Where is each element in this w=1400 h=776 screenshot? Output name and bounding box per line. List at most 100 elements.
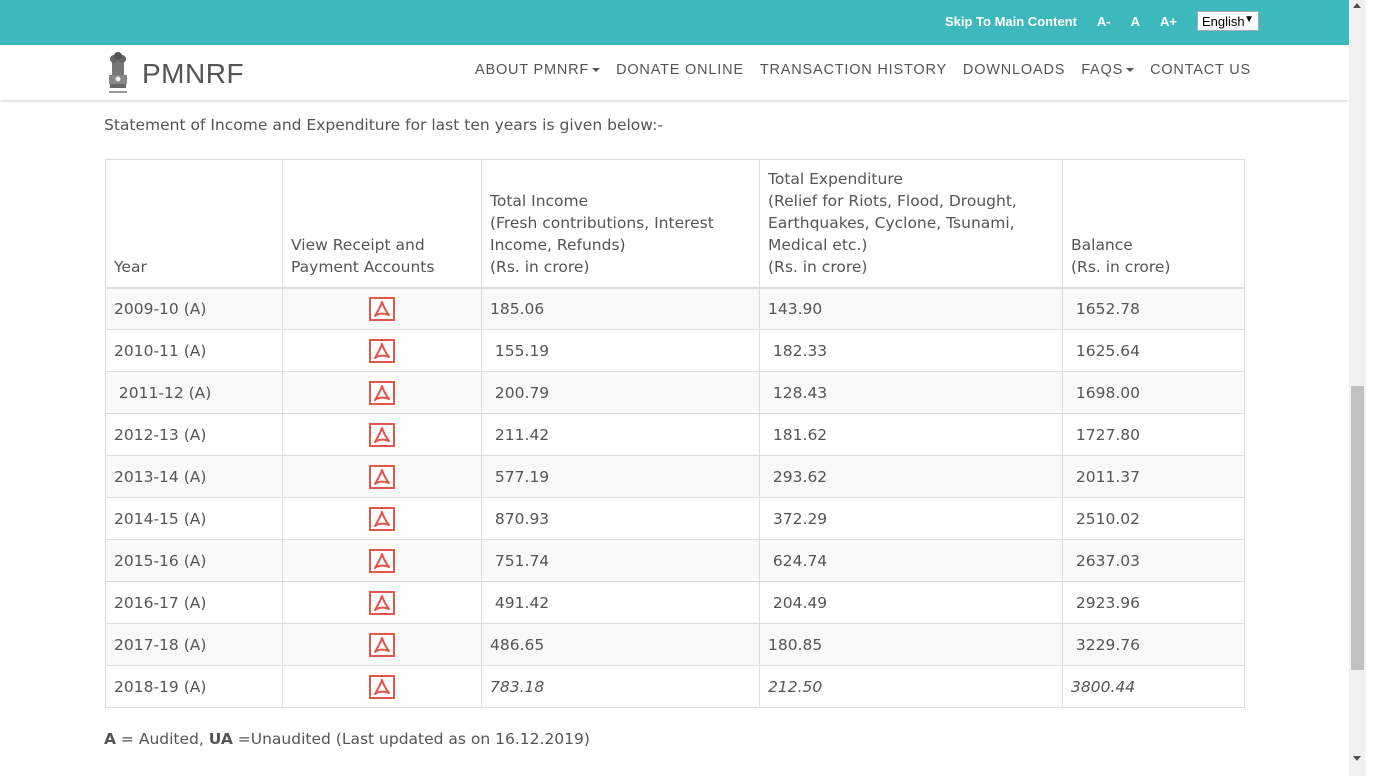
header-view-accounts: View Receipt and Payment Accounts bbox=[282, 159, 482, 289]
table-body: 2009-10 (A) 185.06 143.90 1652.78 2010-11 (… bbox=[105, 287, 1245, 708]
cell-expenditure: 372.29 bbox=[759, 497, 1063, 540]
pdf-icon[interactable] bbox=[369, 296, 395, 321]
pdf-icon[interactable] bbox=[369, 422, 395, 447]
cell-year: 2018-19 (A) bbox=[105, 665, 283, 708]
cell-view-accounts bbox=[282, 497, 482, 540]
table-row: 2013-14 (A) 577.19 293.62 2011.37 bbox=[105, 455, 1245, 498]
cell-view-accounts bbox=[282, 413, 482, 456]
national-emblem-icon bbox=[109, 52, 127, 93]
brand-logo-link[interactable]: PMNRF bbox=[104, 50, 244, 97]
cell-view-accounts bbox=[282, 287, 482, 330]
nav-item-label: DONATE ONLINE bbox=[616, 62, 744, 78]
cell-expenditure: 204.49 bbox=[759, 581, 1063, 624]
header-line: Total Expenditure bbox=[768, 169, 903, 188]
nav-item-donate-online[interactable]: DONATE ONLINE bbox=[616, 62, 744, 78]
caret-down-icon bbox=[1126, 68, 1135, 72]
table-header-row: Year View Receipt and Payment Accounts To… bbox=[105, 159, 1245, 289]
main-navbar: PMNRF ABOUT PMNRF DONATE ONLINE TRANSACT… bbox=[0, 45, 1349, 100]
font-normal-button[interactable]: A bbox=[1131, 14, 1140, 29]
header-line: (Rs. in crore) bbox=[490, 257, 590, 276]
cell-balance: 1727.80 bbox=[1062, 413, 1245, 456]
cell-expenditure: 624.74 bbox=[759, 539, 1063, 582]
pdf-icon[interactable] bbox=[369, 548, 395, 573]
header-line: Balance bbox=[1071, 235, 1133, 254]
table-row: 2014-15 (A) 870.93 372.29 2510.02 bbox=[105, 497, 1245, 540]
pdf-icon[interactable] bbox=[369, 464, 395, 489]
cell-income: 185.06 bbox=[481, 287, 760, 330]
cell-income: 783.18 bbox=[481, 665, 760, 708]
cell-income: 486.65 bbox=[481, 623, 760, 666]
brand-name: PMNRF bbox=[142, 57, 245, 89]
nav-item-label: DOWNLOADS bbox=[962, 62, 1066, 78]
cell-expenditure: 181.62 bbox=[759, 413, 1063, 456]
pdf-icon[interactable] bbox=[369, 338, 395, 363]
cell-expenditure: 212.50 bbox=[759, 665, 1063, 708]
intro-text: Statement of Income and Expenditure for … bbox=[104, 116, 663, 134]
language-select-value: English bbox=[1202, 13, 1245, 29]
cell-income: 155.19 bbox=[481, 329, 760, 372]
nav-item-contact-us[interactable]: CONTACT US bbox=[1150, 62, 1251, 78]
cell-view-accounts bbox=[282, 455, 482, 498]
skip-to-main-content-link[interactable]: Skip To Main Content bbox=[945, 14, 1077, 29]
top-utility-bar: Skip To Main Content A- A A+ English ▼ bbox=[0, 0, 1349, 45]
cell-year: 2011-12 (A) bbox=[105, 371, 283, 414]
font-increase-button[interactable]: A+ bbox=[1160, 14, 1177, 29]
pdf-icon[interactable] bbox=[369, 674, 395, 699]
vertical-scrollbar[interactable] bbox=[1349, 0, 1366, 776]
pdf-icon[interactable] bbox=[369, 632, 395, 657]
cell-income: 491.42 bbox=[481, 581, 760, 624]
footnote-a-text: = Audited, bbox=[116, 730, 209, 748]
cell-balance: 1625.64 bbox=[1062, 329, 1245, 372]
font-decrease-button[interactable]: A- bbox=[1097, 14, 1111, 29]
cell-year: 2012-13 (A) bbox=[105, 413, 283, 456]
footnote-ua-text: =Unaudited (Last updated as on 16.12.201… bbox=[232, 730, 590, 748]
cell-view-accounts bbox=[282, 623, 482, 666]
table-row: 2009-10 (A) 185.06 143.90 1652.78 bbox=[105, 287, 1245, 330]
cell-year: 2010-11 (A) bbox=[105, 329, 283, 372]
cell-year: 2015-16 (A) bbox=[105, 539, 283, 582]
income-expenditure-table: Year View Receipt and Payment Accounts To… bbox=[105, 159, 1245, 708]
header-line: Medical etc.) bbox=[768, 235, 868, 254]
cell-balance: 2011.37 bbox=[1062, 455, 1245, 498]
pdf-icon[interactable] bbox=[369, 590, 395, 615]
header-year: Year bbox=[105, 159, 283, 289]
scroll-up-arrow-icon[interactable] bbox=[1353, 3, 1361, 8]
cell-year: 2014-15 (A) bbox=[105, 497, 283, 540]
table-row: 2010-11 (A) 155.19 182.33 1625.64 bbox=[105, 329, 1245, 372]
nav-menu: ABOUT PMNRF DONATE ONLINE TRANSACTION HI… bbox=[475, 62, 1251, 78]
header-line: (Relief for Riots, Flood, Drought, bbox=[768, 191, 1017, 210]
caret-down-icon bbox=[592, 68, 601, 72]
scrollbar-thumb[interactable] bbox=[1351, 386, 1364, 670]
header-line: (Rs. in crore) bbox=[768, 257, 868, 276]
nav-item-transaction-history[interactable]: TRANSACTION HISTORY bbox=[760, 62, 947, 78]
header-line: Earthquakes, Cyclone, Tsunami, bbox=[768, 213, 1015, 232]
scroll-down-arrow-icon[interactable] bbox=[1353, 756, 1361, 761]
header-line: Payment Accounts bbox=[291, 257, 435, 276]
cell-view-accounts bbox=[282, 665, 482, 708]
pdf-icon[interactable] bbox=[369, 506, 395, 531]
cell-year: 2009-10 (A) bbox=[105, 287, 283, 330]
nav-item-downloads[interactable]: DOWNLOADS bbox=[963, 62, 1065, 78]
cell-view-accounts bbox=[282, 371, 482, 414]
nav-item-label: ABOUT PMNRF bbox=[475, 62, 590, 78]
nav-item-about-pmnrf[interactable]: ABOUT PMNRF bbox=[475, 62, 601, 78]
cell-expenditure: 180.85 bbox=[759, 623, 1063, 666]
nav-item-faqs[interactable]: FAQS bbox=[1081, 62, 1135, 78]
cell-income: 577.19 bbox=[481, 455, 760, 498]
header-line: (Rs. in crore) bbox=[1071, 257, 1171, 276]
cell-year: 2016-17 (A) bbox=[105, 581, 283, 624]
language-select[interactable]: English ▼ bbox=[1197, 11, 1259, 31]
cell-income: 870.93 bbox=[481, 497, 760, 540]
cell-balance: 1652.78 bbox=[1062, 287, 1245, 330]
chevron-down-icon: ▼ bbox=[1244, 14, 1254, 25]
header-line: Year bbox=[114, 257, 147, 276]
header-balance: Balance (Rs. in crore) bbox=[1062, 159, 1245, 289]
nav-item-label: FAQS bbox=[1081, 62, 1124, 78]
table-row: 2015-16 (A) 751.74 624.74 2637.03 bbox=[105, 539, 1245, 582]
pdf-icon[interactable] bbox=[369, 380, 395, 405]
footnote: A = Audited, UA =Unaudited (Last updated… bbox=[104, 730, 590, 748]
cell-balance: 3800.44 bbox=[1062, 665, 1245, 708]
cell-income: 200.79 bbox=[481, 371, 760, 414]
cell-balance: 3229.76 bbox=[1062, 623, 1245, 666]
cell-view-accounts bbox=[282, 539, 482, 582]
